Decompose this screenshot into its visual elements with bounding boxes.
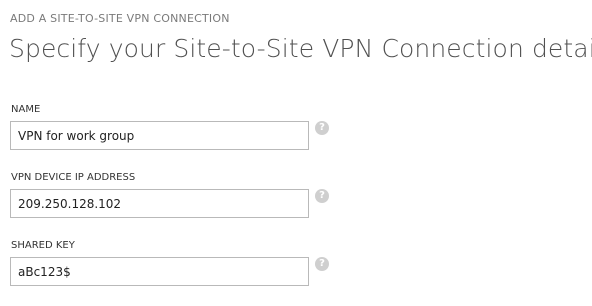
vpn-device-ip-help-icon[interactable]: ?: [315, 189, 329, 203]
shared-key-input[interactable]: [10, 257, 309, 286]
shared-key-help-icon[interactable]: ?: [315, 257, 329, 271]
page-title: Specify your Site-to-Site VPN Connection…: [9, 34, 592, 63]
name-input[interactable]: [10, 121, 309, 150]
shared-key-label: SHARED KEY: [11, 240, 75, 251]
wizard-eyebrow: ADD A SITE-TO-SITE VPN CONNECTION: [10, 12, 230, 25]
vpn-device-ip-input[interactable]: [10, 189, 309, 218]
name-help-icon[interactable]: ?: [315, 121, 329, 135]
name-label: NAME: [11, 104, 41, 115]
vpn-device-ip-label: VPN DEVICE IP ADDRESS: [11, 172, 136, 183]
